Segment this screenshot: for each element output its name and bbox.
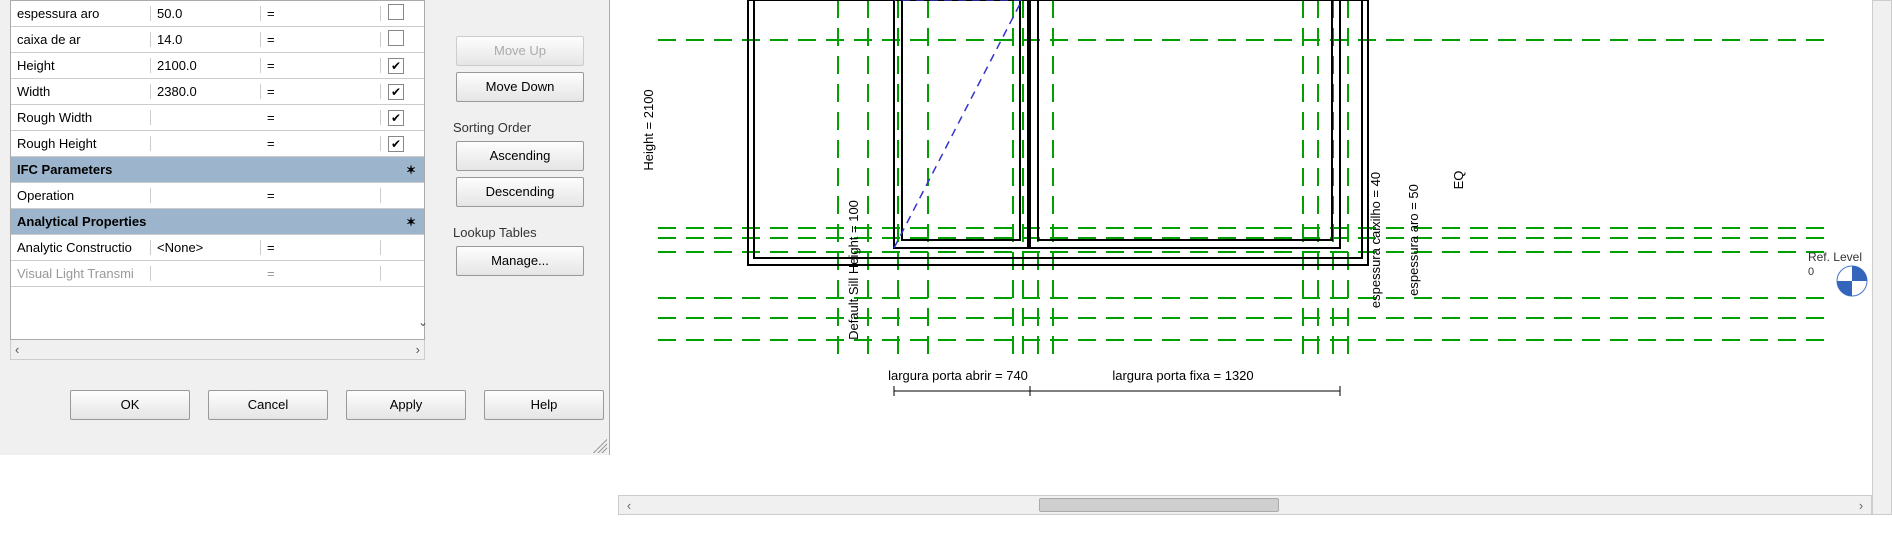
help-button[interactable]: Help xyxy=(484,390,604,420)
vscroll-down-icon[interactable]: ⌄ xyxy=(418,315,428,329)
descending-button[interactable]: Descending xyxy=(456,177,584,207)
param-name: Analytic Constructio xyxy=(11,240,151,255)
group-header-label: IFC Parameters xyxy=(11,162,401,177)
dialog-panel: espessura aro 50.0 = caixa de ar 14.0 = … xyxy=(0,0,610,455)
ok-button[interactable]: OK xyxy=(70,390,190,420)
ascending-button[interactable]: Ascending xyxy=(456,141,584,171)
param-lock[interactable] xyxy=(381,136,411,152)
param-lock[interactable] xyxy=(381,84,411,100)
dim-esp-aro: espessura aro = 50 xyxy=(1406,184,1421,296)
table-row[interactable]: Width 2380.0 = xyxy=(11,79,424,105)
drawing-canvas[interactable]: Height = 2100 Default Sill Height = 100 … xyxy=(618,0,1892,495)
param-lock[interactable] xyxy=(381,4,411,23)
collapse-icon[interactable]: ✶ xyxy=(401,215,421,229)
param-formula[interactable]: = xyxy=(261,240,381,255)
scroll-left-icon[interactable]: ‹ xyxy=(619,498,639,513)
param-name: Rough Width xyxy=(11,110,151,125)
group-header-analytical[interactable]: Analytical Properties ✶ xyxy=(11,209,424,235)
param-formula[interactable]: = xyxy=(261,136,381,151)
group-header-label: Analytical Properties xyxy=(11,214,401,229)
param-value[interactable]: <None> xyxy=(151,240,261,255)
apply-button[interactable]: Apply xyxy=(346,390,466,420)
param-name: espessura aro xyxy=(11,6,151,21)
param-lock[interactable] xyxy=(381,58,411,74)
cancel-button[interactable]: Cancel xyxy=(208,390,328,420)
table-row[interactable]: Height 2100.0 = xyxy=(11,53,424,79)
dim-height: Height = 2100 xyxy=(641,89,656,170)
param-lock[interactable] xyxy=(381,30,411,49)
param-name: Width xyxy=(11,84,151,99)
param-formula[interactable]: = xyxy=(261,6,381,21)
sorting-order-label: Sorting Order xyxy=(453,120,595,135)
param-name: Rough Height xyxy=(11,136,151,151)
param-formula[interactable]: = xyxy=(261,266,381,281)
dim-sill: Default Sill Height = 100 xyxy=(846,200,861,340)
param-formula[interactable]: = xyxy=(261,84,381,99)
table-row[interactable]: Rough Height = xyxy=(11,131,424,157)
elevation-drawing: Height = 2100 Default Sill Height = 100 … xyxy=(618,0,1892,495)
table-row[interactable]: Visual Light Transmi = xyxy=(11,261,424,287)
param-formula[interactable]: = xyxy=(261,58,381,73)
lookup-tables-label: Lookup Tables xyxy=(453,225,595,240)
param-name: caixa de ar xyxy=(11,32,151,47)
table-row[interactable]: Operation = xyxy=(11,183,424,209)
canvas-vscrollbar[interactable] xyxy=(1872,0,1892,515)
viewcube-icon[interactable] xyxy=(1836,265,1868,297)
param-name: Operation xyxy=(11,188,151,203)
param-lock[interactable] xyxy=(381,110,411,126)
table-row[interactable]: Rough Width = xyxy=(11,105,424,131)
param-value[interactable]: 2380.0 xyxy=(151,84,261,99)
param-name: Height xyxy=(11,58,151,73)
dim-largura-fixa: largura porta fixa = 1320 xyxy=(1112,368,1253,383)
param-name: Visual Light Transmi xyxy=(11,266,151,281)
scroll-right-icon[interactable]: › xyxy=(1851,498,1871,513)
dim-eq: EQ xyxy=(1451,171,1466,190)
move-up-button[interactable]: Move Up xyxy=(456,36,584,66)
canvas-hscrollbar[interactable]: ‹ › xyxy=(618,495,1872,515)
dim-esp-caixilho: espessura caixilho = 40 xyxy=(1368,172,1383,308)
param-value[interactable]: 2100.0 xyxy=(151,58,261,73)
table-row[interactable]: espessura aro 50.0 = xyxy=(11,1,424,27)
move-down-button[interactable]: Move Down xyxy=(456,72,584,102)
scroll-thumb[interactable] xyxy=(1039,498,1279,512)
param-formula[interactable]: = xyxy=(261,32,381,47)
side-controls: Remove Move Up Move Down Sorting Order A… xyxy=(445,0,595,282)
param-formula[interactable]: = xyxy=(261,188,381,203)
resize-grip-icon[interactable] xyxy=(593,439,607,453)
collapse-icon[interactable]: ✶ xyxy=(401,163,421,177)
manage-button[interactable]: Manage... xyxy=(456,246,584,276)
param-value[interactable]: 14.0 xyxy=(151,32,261,47)
table-hscrollbar[interactable]: ‹ › xyxy=(10,340,425,360)
dim-largura-abrir: largura porta abrir = 740 xyxy=(888,368,1028,383)
dialog-bottom-buttons: OK Cancel Apply Help xyxy=(70,390,604,420)
param-formula[interactable]: = xyxy=(261,110,381,125)
param-value[interactable]: 50.0 xyxy=(151,6,261,21)
table-row[interactable]: Analytic Constructio <None> = xyxy=(11,235,424,261)
scroll-right-icon[interactable]: › xyxy=(416,342,420,357)
parameter-table[interactable]: espessura aro 50.0 = caixa de ar 14.0 = … xyxy=(10,0,425,340)
table-row[interactable]: caixa de ar 14.0 = xyxy=(11,27,424,53)
group-header-ifc[interactable]: IFC Parameters ✶ xyxy=(11,157,424,183)
scroll-left-icon[interactable]: ‹ xyxy=(15,342,19,357)
